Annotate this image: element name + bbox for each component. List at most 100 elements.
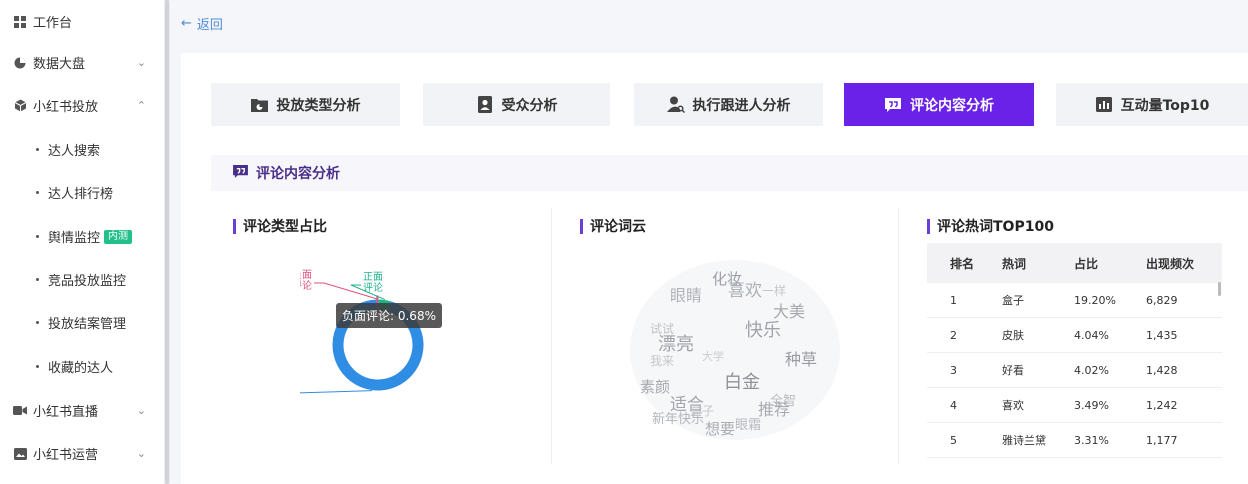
- col-header-ratio: 占比: [1074, 256, 1099, 271]
- cell-frequency: 6,829: [1146, 293, 1178, 307]
- tab-top10[interactable]: 互动量Top10: [1056, 83, 1248, 126]
- panel-title-text: 评论热词TOP100: [937, 219, 1054, 235]
- pie-folder-icon: [251, 96, 269, 114]
- cell-rank: 3: [950, 363, 957, 377]
- user-search-icon: [666, 96, 685, 114]
- sidebar-subitem-label: 达人搜索: [48, 144, 101, 159]
- sidebar-scrollbar[interactable]: [164, 0, 170, 484]
- cell-frequency: 1,242: [1146, 398, 1178, 412]
- table-header: 排名 热词 占比 出现频次: [927, 243, 1222, 283]
- table-scrollbar[interactable]: [1218, 282, 1221, 296]
- cell-frequency: 1,435: [1146, 328, 1178, 342]
- chevron-down-icon: ⌄: [136, 56, 146, 69]
- bar-chart-icon: [1095, 96, 1113, 114]
- tab-audience[interactable]: 受众分析: [423, 83, 610, 126]
- back-link[interactable]: ← 返回: [181, 14, 223, 33]
- arrow-left-icon: ←: [181, 16, 192, 31]
- comment-type-donut-chart[interactable]: 负面评论正面评论中性评论: [300, 255, 480, 425]
- word-cloud-word: 一样: [762, 284, 787, 298]
- cell-frequency: 1,428: [1146, 363, 1178, 377]
- title-accent-bar: [580, 218, 583, 234]
- section-header: 评论内容分析: [211, 155, 1248, 191]
- video-icon: [13, 404, 27, 418]
- sidebar-subitem-label: 舆情监控: [48, 231, 101, 246]
- table-row: 2 皮肤 4.04% 1,435: [927, 318, 1222, 353]
- tab-ad-type[interactable]: 投放类型分析: [211, 83, 400, 126]
- sidebar-item-label: 工作台: [33, 16, 73, 31]
- cell-word: 皮肤: [1002, 329, 1024, 342]
- word-cloud-word: 眼霜: [735, 418, 762, 433]
- word-cloud-word: 全智: [770, 394, 797, 409]
- title-accent-bar: [233, 218, 236, 234]
- word-cloud-word: 种草: [785, 350, 818, 369]
- col-header-frequency: 出现频次: [1146, 256, 1195, 271]
- chevron-down-icon: ⌄: [136, 447, 146, 460]
- word-cloud-word: 盒子: [690, 404, 715, 418]
- tab-label: 评论内容分析: [910, 97, 994, 114]
- bullet-dot: [36, 148, 39, 151]
- cell-word: 雅诗兰黛: [1002, 434, 1046, 447]
- slice-label: 正面: [363, 272, 383, 283]
- word-cloud-word: 快乐: [745, 320, 781, 341]
- panel-title-hot-words: 评论热词TOP100: [927, 216, 1054, 236]
- chevron-down-icon: ⌄: [136, 404, 146, 417]
- table-row: 1 盒子 19.20% 6,829: [927, 283, 1222, 318]
- panel-divider: [551, 208, 552, 464]
- sidebar-subitem[interactable]: 收藏的达人: [0, 345, 164, 388]
- sidebar-item-label: 数据大盘: [33, 57, 86, 72]
- panel-title-text: 评论类型占比: [243, 219, 327, 235]
- tab-label: 投放类型分析: [276, 97, 361, 114]
- word-cloud-word: 喜欢: [728, 281, 762, 301]
- cell-word: 好看: [1002, 364, 1024, 377]
- bullet-dot: [36, 191, 39, 194]
- table-row: 3 好看 4.02% 1,428: [927, 353, 1222, 388]
- sidebar-subitem[interactable]: 竞品投放监控: [0, 258, 164, 301]
- tab-label: 受众分析: [501, 97, 558, 114]
- cell-ratio: 4.04%: [1074, 328, 1109, 342]
- sidebar-item-xhs-live[interactable]: 小红书直播 ⌄: [0, 389, 164, 432]
- scrollbar-thumb[interactable]: [165, 0, 169, 484]
- sidebar-subitem-label: 投放结案管理: [48, 317, 127, 332]
- cell-rank: 1: [950, 293, 957, 307]
- sidebar-item-workbench[interactable]: 工作台: [0, 0, 164, 43]
- sidebar-subitem-label: 收藏的达人: [48, 361, 114, 376]
- table-row: 4 喜欢 3.49% 1,242: [927, 388, 1222, 423]
- word-cloud-word: 想要: [705, 420, 736, 438]
- slice-label: 评论: [300, 279, 312, 292]
- tab-comment-analysis[interactable]: 评论内容分析: [844, 83, 1034, 126]
- cell-ratio: 19.20%: [1074, 293, 1116, 307]
- sidebar-subitem[interactable]: 达人排行榜: [0, 171, 164, 214]
- sidebar-subitem[interactable]: 达人搜索: [0, 128, 164, 171]
- cell-rank: 4: [950, 398, 957, 412]
- cell-ratio: 3.49%: [1074, 398, 1109, 412]
- sidebar-subitem[interactable]: 投放结案管理: [0, 301, 164, 344]
- chart-tooltip: 负面评论: 0.68%: [336, 303, 442, 328]
- grid-icon: [13, 15, 27, 29]
- image-icon: [13, 447, 27, 461]
- word-cloud-word: 试试: [650, 322, 675, 336]
- panel-divider: [898, 208, 899, 464]
- word-cloud-word: 素颜: [640, 378, 671, 396]
- sidebar: 工作台 数据大盘 ⌄ 小红书投放 ⌃ 达人搜索 达人排行榜 舆情监控 内测 竞品投…: [0, 0, 164, 484]
- cell-word: 喜欢: [1002, 399, 1024, 412]
- sidebar-item-label: 小红书运营: [33, 448, 99, 463]
- bullet-dot: [36, 321, 39, 324]
- quote-icon: [233, 164, 248, 182]
- panel-title-text: 评论词云: [590, 219, 646, 235]
- slice-label: 评论: [363, 281, 383, 294]
- table-row: 5 雅诗兰黛 3.31% 1,177: [927, 423, 1222, 458]
- sidebar-item-xhs-ads[interactable]: 小红书投放 ⌃: [0, 84, 164, 127]
- cell-rank: 2: [950, 328, 957, 342]
- sidebar-item-dashboard[interactable]: 数据大盘 ⌄: [0, 41, 164, 84]
- back-label: 返回: [196, 18, 223, 33]
- sidebar-item-label: 小红书投放: [33, 100, 99, 115]
- word-cloud-word: 我来: [650, 354, 675, 368]
- bullet-dot: [36, 365, 39, 368]
- word-cloud-word: 大学: [702, 350, 724, 363]
- sidebar-subitem[interactable]: 舆情监控 内测: [0, 215, 164, 258]
- beta-badge: 内测: [104, 229, 133, 244]
- user-card-icon: [476, 96, 494, 114]
- cell-ratio: 4.02%: [1074, 363, 1109, 377]
- tab-executor[interactable]: 执行跟进人分析: [634, 83, 823, 126]
- sidebar-item-xhs-ops[interactable]: 小红书运营 ⌄: [0, 432, 164, 475]
